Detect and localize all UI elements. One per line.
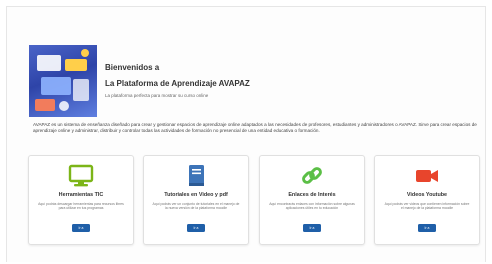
link-icon: [302, 167, 322, 184]
go-button-herramientas[interactable]: Ir a: [72, 224, 90, 232]
video-camera-icon: [416, 170, 438, 182]
monitor-icon: [68, 164, 94, 187]
card-description: Aquí encontrarás enlaces con información…: [269, 202, 355, 211]
card-enlaces: Enlaces de Interés Aquí encontrarás enla…: [259, 155, 365, 245]
card-herramientas-tic: Herramientas TIC Aquí podrás descargar h…: [28, 155, 134, 245]
hero-illustration: [29, 45, 97, 117]
platform-description: AVAPAZ es un sistema de enseñanza diseña…: [33, 122, 477, 134]
resource-cards: Herramientas TIC Aquí podrás descargar h…: [28, 155, 480, 245]
card-title: Herramientas TIC: [58, 192, 104, 198]
card-description: Aquí podrás ver un conjunto de tutoriale…: [152, 202, 240, 211]
card-tutoriales: Tutoriales en Video y pdf Aquí podrás ve…: [143, 155, 249, 245]
go-button-enlaces[interactable]: Ir a: [303, 224, 321, 232]
card-description: Aquí podrás descargar herramientas para …: [38, 202, 124, 211]
go-button-videos[interactable]: Ir a: [418, 224, 436, 232]
card-title: Videos Youtube: [406, 192, 448, 198]
card-title: Enlaces de Interés: [288, 192, 336, 198]
card-title: Tutoriales en Video y pdf: [164, 192, 228, 198]
page-title: La Plataforma de Aprendizaje AVAPAZ: [105, 79, 250, 88]
card-description: Aquí podrás ver videos que contienen inf…: [384, 202, 470, 211]
page-subtitle: La plataforma perfecta para mostrar su c…: [105, 93, 209, 98]
card-videos-youtube: Videos Youtube Aquí podrás ver videos qu…: [374, 155, 480, 245]
welcome-heading: Bienvenidos a: [105, 63, 160, 72]
go-button-tutoriales[interactable]: Ir a: [187, 224, 205, 232]
book-icon: [189, 165, 204, 186]
